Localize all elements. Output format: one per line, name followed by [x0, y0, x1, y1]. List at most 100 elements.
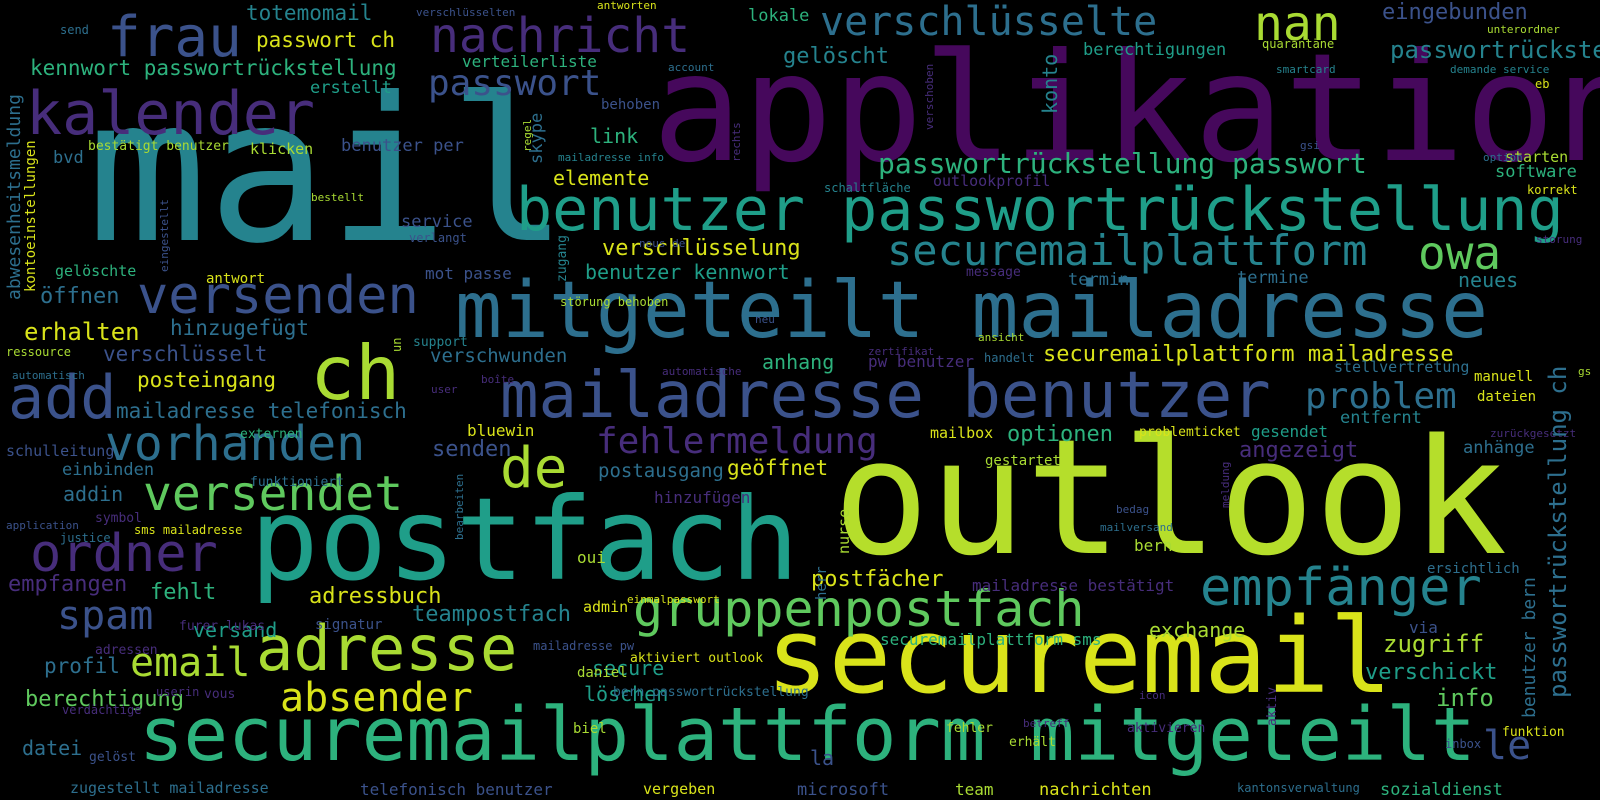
word-benutzer-kennwort: benutzer kennwort — [585, 260, 790, 284]
word-bestaetigt-benutzer: bestätigt benutzer — [88, 139, 229, 154]
word-vergeben: vergeben — [643, 780, 716, 798]
word-verschoben-vertical: verschoben — [923, 63, 936, 130]
word-securemailplattform-sms: securemailplattform sms — [880, 630, 1102, 649]
word-verteilerliste: verteilerliste — [462, 52, 597, 71]
word-geloeschte: gelöschte — [55, 262, 137, 280]
word-abwesenheitsmeldung-vertical: abwesenheitsmeldung — [4, 94, 25, 300]
word-exchange: exchange — [1149, 618, 1246, 642]
word-antwort: antwort — [206, 271, 266, 287]
word-benutzer-per: benutzer per — [341, 136, 464, 156]
word-antworten: antworten — [597, 0, 657, 12]
word-aktiviert-outlook: aktiviert outlook — [630, 651, 764, 666]
word-la: la — [810, 746, 835, 770]
word-neues: neues — [1458, 268, 1519, 292]
word-termin: termin — [1068, 270, 1130, 290]
word-mailadresse-benutzer: mailadresse benutzer — [500, 359, 1271, 433]
word-nous-de: nous de — [639, 237, 686, 250]
word-vous: vous — [204, 687, 236, 702]
word-via: via — [1409, 618, 1438, 637]
word-passwort: passwort — [428, 63, 602, 104]
word-kontoeinstellungen-vertical: kontoeinstellungen — [23, 140, 39, 292]
word-gsi: gsi — [1300, 139, 1320, 152]
word-geoeffnet: geöffnet — [727, 456, 829, 480]
word-signatur: signatur — [315, 617, 383, 633]
word-zugang-vertical: zugang — [555, 235, 570, 282]
word-application: application — [6, 519, 79, 532]
word-addin: addin — [63, 482, 124, 506]
word-microsoft: microsoft — [797, 780, 890, 800]
word-rechts-vertical: rechts — [730, 122, 743, 162]
word-gesendet: gesendet — [1251, 422, 1329, 441]
word-einmalpasswort: einmalpasswort — [627, 593, 720, 606]
word-benutzer-bern-vertical: benutzer bern — [1519, 577, 1540, 718]
word-erhaelt: erhält — [1009, 735, 1056, 750]
word-manuell: manuell — [1474, 369, 1534, 385]
word-geloest: gelöst — [89, 750, 136, 765]
word-quarantaene: quarantäne — [1262, 37, 1335, 51]
word-support: support — [413, 335, 468, 350]
word-erhalten: erhalten — [24, 318, 140, 346]
word-adressen: adressen — [95, 643, 158, 658]
word-postausgang: postausgang — [598, 460, 724, 482]
word-datei: datei — [22, 736, 83, 760]
word-info: info — [1436, 684, 1494, 712]
word-behoben: behoben — [601, 97, 661, 113]
word-lokale: lokale — [748, 6, 810, 26]
word-icon: icon — [1139, 689, 1166, 702]
word-message: message — [966, 265, 1021, 280]
word-absender: absender — [280, 675, 473, 721]
word-regel-vertical: regel — [521, 118, 534, 152]
word-kennwort-passwortrueckstellung: kennwort passwortrückstellung — [30, 56, 397, 80]
word-oui: oui — [577, 548, 606, 567]
word-nurse-vertical: nurse — [835, 508, 853, 554]
word-meldung-vertical: meldung — [1219, 461, 1232, 508]
word-adresse: adresse — [256, 612, 518, 685]
word-ersichtlich: ersichtlich — [1427, 561, 1520, 577]
word-verdaechtige: verdächtige — [62, 703, 142, 717]
word-boite: boîte — [481, 373, 515, 386]
word-send: send — [60, 23, 89, 37]
word-senden: senden — [432, 437, 512, 462]
word-mailadresse-info: mailadresse info — [558, 151, 664, 164]
word-smartcard: smartcard — [1276, 63, 1336, 76]
word-service: service — [401, 212, 473, 232]
word-ressource: ressource — [6, 345, 72, 359]
word-team: team — [955, 780, 994, 799]
word-angezeigt: angezeigt — [1239, 438, 1359, 463]
word-mailbox: mailbox — [930, 424, 994, 442]
word-un-vertical: un — [390, 337, 404, 352]
word-funktion: funktion — [1502, 725, 1565, 740]
word-postfaecher: postfächer — [811, 567, 944, 592]
word-mot-passe: mot passe — [425, 264, 512, 283]
word-demande-service: demande service — [1450, 63, 1550, 76]
word-software: software — [1495, 162, 1577, 182]
word-admin: admin — [583, 598, 629, 616]
word-account: account — [668, 61, 715, 74]
word-oeffnen: öffnen — [40, 284, 120, 309]
word-verschluesselte: verschlüsselte — [820, 0, 1158, 45]
word-bern: bern — [1134, 536, 1173, 555]
word-schulleitung: schulleitung — [6, 442, 115, 460]
word-spam: spam — [57, 593, 154, 639]
word-empfangen: empfangen — [8, 572, 128, 597]
word-user: user — [431, 383, 458, 396]
word-versenden: versenden — [137, 266, 419, 326]
word-erstellt: erstellt — [310, 78, 392, 98]
word-furer-lukas: furer lukas — [179, 619, 266, 634]
word-hinzugefuegt: hinzugefügt — [170, 316, 310, 340]
word-verschickt: verschickt — [1365, 660, 1498, 685]
word-sms-mailadresse: sms mailadresse — [134, 523, 243, 537]
word-kalender: kalender — [26, 79, 315, 149]
word-hinzufuegen: hinzufügen — [654, 488, 751, 507]
word-gs: gs — [1578, 365, 1592, 378]
word-neu: neu — [755, 313, 775, 326]
word-bvd: bvd — [53, 148, 84, 168]
word-anhaenge: anhänge — [1463, 438, 1535, 458]
word-cloud: mail applikation outlook postfach secure… — [0, 0, 1600, 800]
word-totemomail: totemomail — [246, 1, 373, 25]
word-automatische: automatische — [662, 365, 742, 378]
word-biel: biel — [573, 721, 607, 737]
word-unterordner: unterordner — [1487, 23, 1560, 36]
word-eingestellt-vertical: eingestellt — [158, 199, 171, 272]
word-fehlermeldung: fehlermeldung — [596, 421, 878, 462]
